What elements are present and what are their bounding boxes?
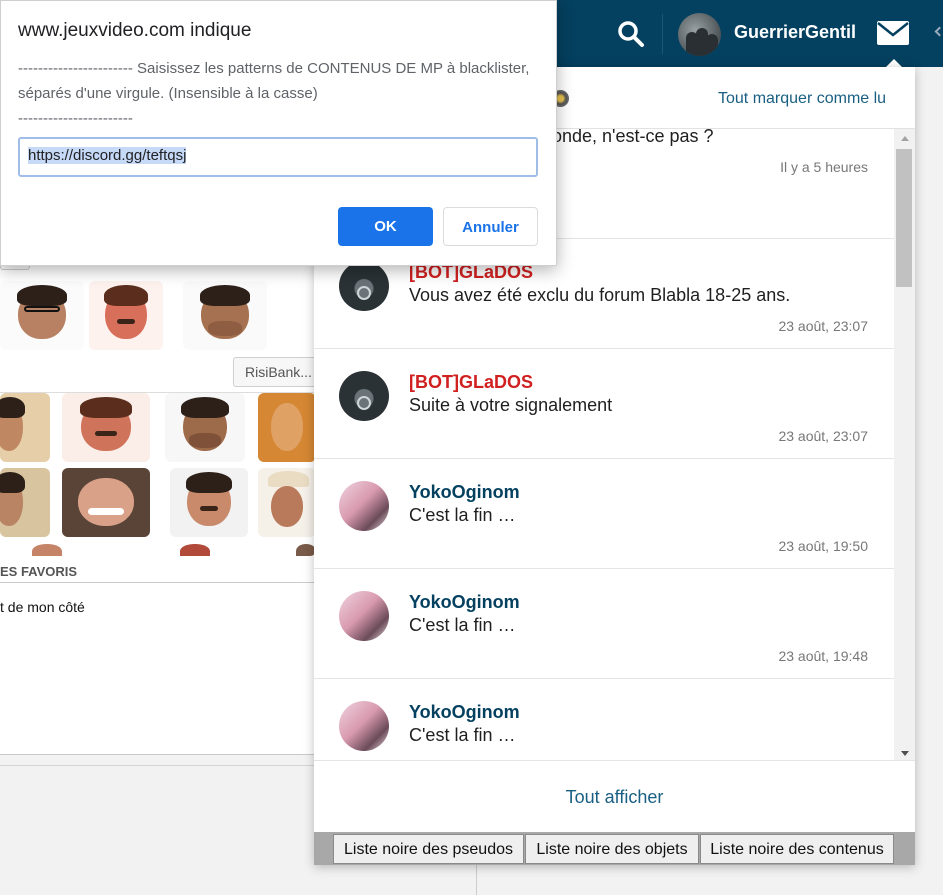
blacklist-contenus-button[interactable]: Liste noire des contenus xyxy=(700,834,894,864)
ok-button[interactable]: OK xyxy=(338,207,433,246)
sticker[interactable] xyxy=(0,281,84,350)
message-author[interactable]: [BOT]GLaDOS xyxy=(409,372,533,393)
dialog-title: www.jeuxvideo.com indique xyxy=(18,20,252,41)
user-avatar[interactable] xyxy=(678,13,721,56)
scrollbar[interactable] xyxy=(894,129,915,760)
blacklist-pseudos-button[interactable]: Liste noire des pseudos xyxy=(333,834,524,864)
sticker[interactable] xyxy=(183,281,267,350)
scroll-down-arrow-icon[interactable] xyxy=(901,751,909,756)
user-avatar xyxy=(339,481,389,531)
message-item[interactable]: [BOT]GLaDOS Suite à votre signalement 23… xyxy=(314,349,894,459)
sticker[interactable] xyxy=(0,542,316,556)
risibank-button[interactable]: RisiBank... xyxy=(233,357,319,387)
pattern-input[interactable]: https://discord.gg/teftqsj xyxy=(18,137,538,177)
show-all-link[interactable]: Tout afficher xyxy=(314,760,915,832)
search-icon[interactable] xyxy=(617,20,645,48)
sticker[interactable] xyxy=(62,468,150,537)
divider xyxy=(0,582,316,583)
sticker[interactable] xyxy=(0,468,50,537)
message-item[interactable]: YokoOginom C'est la fin … 23 août, 19:50 xyxy=(314,459,894,569)
message-date: 23 août, 23:07 xyxy=(778,428,868,444)
mark-all-read-link[interactable]: Tout marquer comme lu xyxy=(718,90,886,108)
message-date: 23 août, 19:50 xyxy=(778,538,868,554)
message-date: 23 août, 19:48 xyxy=(778,648,868,664)
message-item[interactable]: YokoOginom C'est la fin … xyxy=(314,679,894,760)
divider xyxy=(0,765,316,766)
message-date: Il y a 5 heures xyxy=(780,159,868,175)
user-avatar xyxy=(339,591,389,641)
sticker[interactable] xyxy=(0,393,50,462)
sticker[interactable] xyxy=(258,393,316,462)
chevron-left-icon[interactable] xyxy=(934,26,943,37)
scrollbar-thumb[interactable] xyxy=(896,149,912,287)
sticker[interactable] xyxy=(165,393,245,462)
favorites-label: ES FAVORIS xyxy=(0,564,78,579)
cancel-button[interactable]: Annuler xyxy=(443,207,538,246)
message-author[interactable]: YokoOginom xyxy=(409,482,520,503)
blacklist-objets-button[interactable]: Liste noire des objets xyxy=(525,834,699,864)
prompt-dialog: www.jeuxvideo.com indique --------------… xyxy=(0,0,557,266)
message-preview: C'est la fin … xyxy=(409,725,516,745)
user-avatar xyxy=(339,701,389,751)
sticker[interactable] xyxy=(258,468,316,537)
divider xyxy=(476,865,477,895)
sticker[interactable] xyxy=(89,281,163,350)
message-date: 23 août, 23:07 xyxy=(778,318,868,334)
favorite-item[interactable]: t de mon côté xyxy=(0,599,85,615)
blacklist-bar: Liste noire des pseudos Liste noire des … xyxy=(314,832,915,865)
message-item[interactable]: YokoOginom C'est la fin … 23 août, 19:48 xyxy=(314,569,894,679)
dialog-message: ----------------------- Saisissez les pa… xyxy=(18,60,530,127)
sticker[interactable] xyxy=(170,468,248,537)
mail-icon[interactable] xyxy=(876,20,912,48)
message-preview: C'est la fin … xyxy=(409,505,516,525)
username[interactable]: GuerrierGentil xyxy=(734,22,856,43)
message-preview: monde, n'est-ce pas ? xyxy=(537,129,714,146)
message-author[interactable]: YokoOginom xyxy=(409,702,520,723)
bot-avatar xyxy=(339,371,389,421)
input-value: https://discord.gg/teftqsj xyxy=(28,147,187,164)
message-preview: C'est la fin … xyxy=(409,615,516,635)
message-preview: Suite à votre signalement xyxy=(409,395,613,415)
message-preview: Vous avez été exclu du forum Blabla 18-2… xyxy=(409,285,791,305)
header-divider xyxy=(662,14,663,54)
scroll-up-arrow-icon[interactable] xyxy=(901,136,909,141)
message-author[interactable]: YokoOginom xyxy=(409,592,520,613)
bot-avatar xyxy=(339,261,389,311)
sticker[interactable] xyxy=(62,393,150,462)
